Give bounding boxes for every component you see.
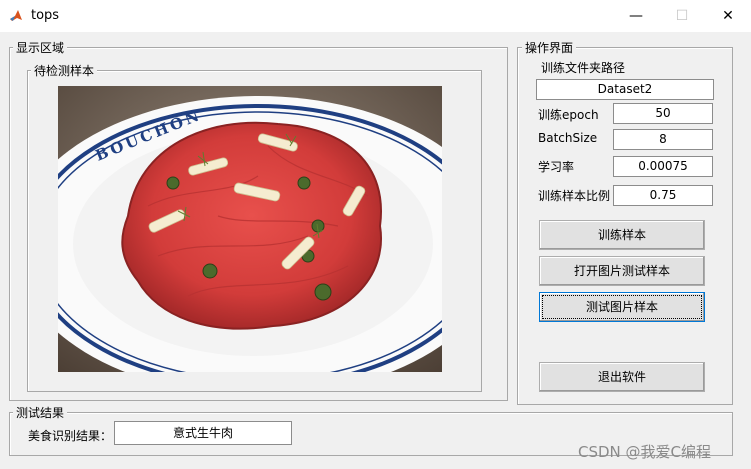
learning-rate-field[interactable]: 0.00075 <box>613 156 713 177</box>
minimize-button[interactable]: — <box>613 0 659 32</box>
food-result-label: 美食识别结果： <box>28 429 113 443</box>
learning-rate-label: 学习率 <box>538 160 575 174</box>
test-result-label: 测试结果 <box>13 404 68 421</box>
open-test-image-button[interactable]: 打开图片测试样本 <box>539 256 705 286</box>
epoch-label: 训练epoch <box>538 108 599 122</box>
sample-image-label: 待检测样本 <box>31 62 98 79</box>
epoch-field[interactable]: 50 <box>613 103 713 124</box>
sample-image: BOUCHON <box>58 86 442 372</box>
train-ratio-field[interactable]: 0.75 <box>613 185 713 206</box>
watermark-text: CSDN @我爱C编程 <box>578 443 712 461</box>
food-photo-graphic: BOUCHON <box>58 86 442 372</box>
display-area-label: 显示区域 <box>13 39 68 56</box>
close-button[interactable]: ✕ <box>705 0 751 32</box>
training-folder-field[interactable]: Dataset2 <box>536 79 714 100</box>
training-folder-label: 训练文件夹路径 <box>541 61 626 75</box>
title-bar: tops — ☐ ✕ <box>0 0 751 32</box>
batchsize-label: BatchSize <box>538 131 598 145</box>
window-title: tops <box>31 8 60 23</box>
train-button[interactable]: 训练样本 <box>539 220 705 250</box>
test-image-button[interactable]: 测试图片样本 <box>539 292 705 322</box>
food-result-field: 意式生牛肉 <box>114 421 292 445</box>
exit-button[interactable]: 退出软件 <box>539 362 705 392</box>
batchsize-field[interactable]: 8 <box>613 129 713 150</box>
train-ratio-label: 训练样本比例 <box>538 189 611 203</box>
operations-panel-label: 操作界面 <box>522 39 577 56</box>
maximize-button: ☐ <box>675 8 689 24</box>
matlab-icon <box>10 10 22 21</box>
